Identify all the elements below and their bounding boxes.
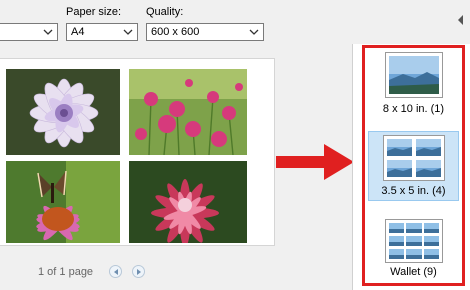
print-preview <box>0 58 275 246</box>
photo-white-dahlia <box>6 69 120 155</box>
printer-dropdown[interactable] <box>0 23 58 41</box>
page-indicator: 1 of 1 page <box>38 266 94 278</box>
triangle-right-icon <box>137 269 141 275</box>
quality-label: Quality: <box>146 6 184 18</box>
chevron-down-icon <box>123 29 133 35</box>
photo-pink-dahlia <box>129 161 247 243</box>
scroll-left-icon[interactable] <box>456 14 466 26</box>
photo-pink-clover-field <box>129 69 247 155</box>
paper-size-value: A4 <box>71 26 85 38</box>
previous-page-button[interactable] <box>109 265 122 278</box>
paper-size-dropdown[interactable]: A4 <box>66 23 138 41</box>
triangle-left-icon <box>114 269 118 275</box>
chevron-down-icon <box>43 29 53 35</box>
chevron-down-icon <box>249 29 259 35</box>
highlight-box <box>362 45 465 286</box>
photo-butterfly-coneflower <box>6 161 120 243</box>
paper-size-label: Paper size: <box>66 6 122 18</box>
quality-value: 600 x 600 <box>151 26 200 38</box>
quality-dropdown[interactable]: 600 x 600 <box>146 23 264 41</box>
red-arrow-icon <box>276 144 354 180</box>
next-page-button[interactable] <box>132 265 145 278</box>
